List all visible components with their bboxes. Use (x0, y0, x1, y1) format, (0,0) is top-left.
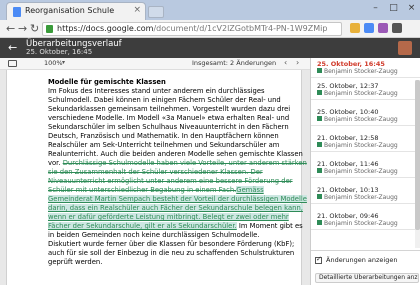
lock-icon (46, 25, 53, 33)
author-color-swatch (317, 116, 322, 121)
author-color-swatch (317, 90, 322, 95)
revision-item[interactable]: 25. Oktober, 10:40 Benjamin Stocker-Zaug… (311, 106, 420, 126)
revision-item[interactable]: 25. Oktober, 16:45 Benjamin Stocker-Zaug… (311, 58, 420, 78)
revision-time: 25. Oktober, 16:45 (317, 60, 385, 68)
avatar[interactable] (398, 41, 412, 55)
browser-toolbar: ← → ↻ https://docs.google.com/document/d… (0, 20, 420, 38)
document-area: Modelle für gemischte Klassen Im Fokus d… (0, 70, 310, 285)
revision-time: 25. Oktober, 10:40 (317, 108, 379, 116)
tab-close-icon[interactable]: × (133, 5, 141, 15)
extension-icon[interactable] (364, 23, 374, 33)
chevron-down-icon[interactable]: ▾ (62, 59, 65, 66)
detailed-revisions-button[interactable]: Detaillierte Überarbeitungen anzeigen (315, 273, 419, 283)
close-window-button[interactable]: × (407, 3, 416, 13)
url-text[interactable]: https://docs.google.com/document/d/1cV2l… (57, 24, 327, 33)
paragraph: Diskutiert wurde ferner über die Klassen… (48, 240, 295, 266)
author-color-swatch (317, 68, 322, 73)
extension-icon[interactable] (378, 23, 388, 33)
revision-item[interactable]: 25. Oktober, 12:37 Benjamin Stocker-Zaug… (311, 80, 420, 100)
revision-author: Benjamin Stocker-Zaugg (317, 116, 398, 123)
back-arrow-icon[interactable]: ← (8, 41, 17, 54)
author-color-swatch (317, 220, 322, 225)
revision-author: Benjamin Stocker-Zaugg (317, 68, 398, 75)
revision-author: Benjamin Stocker-Zaugg (317, 90, 398, 97)
text-segment: Im Fokus des Interesses stand unter ande… (48, 87, 303, 167)
revision-author: Benjamin Stocker-Zaugg (317, 220, 398, 227)
new-tab-button[interactable] (148, 6, 164, 18)
print-icon[interactable] (8, 60, 17, 67)
show-changes-checkbox[interactable] (315, 255, 322, 264)
window-controls: – □ × (371, 3, 416, 13)
changes-count: Insgesamt: 2 Änderungen (192, 59, 277, 67)
menu-icon[interactable] (392, 23, 402, 33)
revision-time: 21. Oktober, 09:46 (317, 212, 379, 220)
maximize-button[interactable]: □ (389, 3, 398, 13)
minimize-button[interactable]: – (371, 3, 380, 13)
reload-icon[interactable]: ↻ (30, 22, 39, 35)
section-heading: Modelle für gemischte Klassen (48, 78, 166, 86)
address-bar[interactable]: https://docs.google.com/document/d/1cV2l… (42, 22, 342, 36)
revision-item[interactable]: 21. Oktober, 09:46 Benjamin Stocker-Zaug… (311, 210, 420, 230)
revision-time: 21. Oktober, 10:13 (317, 186, 379, 194)
extension-icons (350, 23, 402, 33)
deleted-text: Durchlässige Schulmodelle haben viele Vo… (48, 159, 307, 194)
revision-time: 21. Oktober, 12:58 (317, 134, 379, 142)
revision-list: 25. Oktober, 16:45 Benjamin Stocker-Zaug… (311, 58, 420, 250)
browser-tab-strip: Reorganisation Schule × – □ × (0, 0, 420, 20)
revision-author: Benjamin Stocker-Zaugg (317, 142, 398, 149)
tab-title: Reorganisation Schule (25, 6, 115, 15)
revision-history-header: ← Überarbeitungsverlauf 25. Oktober, 16:… (0, 38, 420, 58)
paragraph: Im Fokus des Interesses stand unter ande… (48, 87, 310, 240)
document-body[interactable]: Modelle für gemischte Klassen Im Fokus d… (48, 78, 310, 267)
author-color-swatch (317, 168, 322, 173)
previous-change-button[interactable]: ‹ (284, 58, 287, 67)
revision-author: Benjamin Stocker-Zaugg (317, 194, 398, 201)
star-icon[interactable] (350, 23, 360, 33)
revision-panel: 25. Oktober, 16:45 Benjamin Stocker-Zaug… (310, 58, 420, 285)
revision-item[interactable]: 21. Oktober, 11:46 Benjamin Stocker-Zaug… (311, 158, 420, 178)
revision-date: 25. Oktober, 16:45 (26, 48, 93, 56)
author-color-swatch (317, 142, 322, 147)
forward-icon[interactable]: → (18, 22, 27, 35)
zoom-select[interactable]: 100% (44, 59, 63, 67)
revision-panel-footer: Änderungen anzeigen Detaillierte Überarb… (311, 250, 420, 285)
revision-item[interactable]: 21. Oktober, 10:13 Benjamin Stocker-Zaug… (311, 184, 420, 204)
document-toolbar: 100% ▾ Insgesamt: 2 Änderungen ‹ › (0, 58, 310, 70)
google-docs-icon (13, 7, 21, 17)
show-changes-label[interactable]: Änderungen anzeigen (326, 256, 397, 264)
back-icon[interactable]: ← (6, 22, 15, 35)
next-change-button[interactable]: › (296, 58, 299, 67)
revision-author: Benjamin Stocker-Zaugg (317, 168, 398, 175)
revision-time: 25. Oktober, 12:37 (317, 82, 379, 90)
author-color-swatch (317, 194, 322, 199)
document-page: Modelle für gemischte Klassen Im Fokus d… (6, 70, 307, 285)
scrollbar-thumb[interactable] (415, 80, 420, 230)
revision-item[interactable]: 21. Oktober, 12:58 Benjamin Stocker-Zaug… (311, 132, 420, 152)
browser-tab[interactable]: Reorganisation Schule × (6, 2, 146, 20)
revision-time: 21. Oktober, 11:46 (317, 160, 379, 168)
